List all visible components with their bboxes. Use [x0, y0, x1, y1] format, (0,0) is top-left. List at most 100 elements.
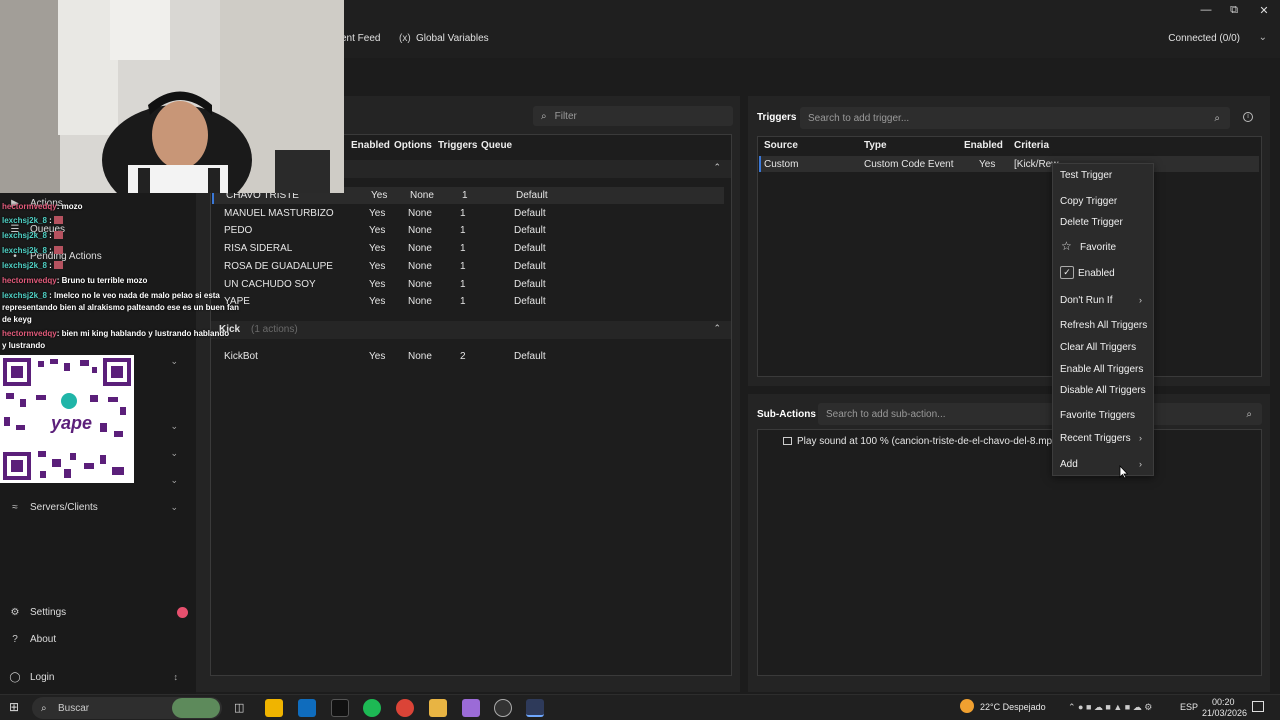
app-icon[interactable] [265, 699, 283, 717]
menu-item-favorite[interactable]: Favorite [1080, 242, 1116, 253]
weather-text[interactable]: 22°C Despejado [980, 702, 1046, 712]
action-enabled: Yes [369, 225, 386, 237]
chat-message: hectormvedqy: mozo [2, 202, 83, 211]
action-row[interactable]: YAPE Yes None 1 Default [212, 293, 724, 310]
column-header-enabled[interactable]: Enabled [351, 140, 390, 151]
checkbox-checked-icon[interactable]: ✓ [1060, 266, 1074, 279]
menu-item-recent-triggers[interactable]: Recent Triggers [1060, 433, 1131, 444]
obs-icon[interactable] [494, 699, 512, 717]
action-options: None [410, 190, 434, 201]
spotify-icon[interactable] [363, 699, 381, 717]
action-triggers: 1 [460, 278, 466, 290]
tab-global-variables[interactable]: Global Variables [416, 33, 489, 44]
trigger-search-input[interactable]: Search to add trigger... ⌕ [800, 107, 1230, 129]
webcam-overlay [0, 0, 344, 193]
search-icon[interactable]: ⌕ [1246, 409, 1252, 420]
column-header-enabled[interactable]: Enabled [964, 140, 1003, 151]
tiktok-icon[interactable] [331, 699, 349, 717]
column-header-criteria[interactable]: Criteria [1014, 140, 1049, 151]
action-row[interactable]: ROSA DE GUADALUPE Yes None 1 Default [212, 258, 724, 275]
column-header-source[interactable]: Source [764, 140, 798, 151]
sidebar-item-login[interactable]: ◯ Login ↕ [0, 666, 190, 688]
qr-code-image: yape [0, 355, 134, 483]
taskbar-search[interactable]: ⌕ Buscar [32, 697, 222, 719]
action-row[interactable]: KickBot Yes None 2 Default [212, 348, 724, 365]
info-icon[interactable]: i [1243, 112, 1253, 122]
subaction-item[interactable]: Play sound at 100 % (cancion-triste-de-e… [783, 436, 1061, 447]
action-enabled: Yes [369, 260, 386, 272]
menu-item-delete-trigger[interactable]: Delete Trigger [1060, 217, 1123, 228]
chevron-up-icon[interactable]: ⌃ [713, 162, 721, 173]
column-header-options[interactable]: Options [394, 140, 432, 151]
chat-message: de keyg [2, 315, 32, 324]
notifications-icon[interactable] [1252, 701, 1264, 712]
file-explorer-icon[interactable] [429, 699, 447, 717]
column-header-queue[interactable]: Queue [481, 140, 512, 151]
action-name: ROSA DE GUADALUPE [224, 260, 333, 272]
trigger-row[interactable]: Custom Custom Code Event Yes [Kick/Rew [759, 156, 1259, 172]
action-triggers: 1 [460, 243, 466, 255]
action-row[interactable]: RISA SIDERAL Yes None 1 Default [212, 240, 724, 257]
chevron-down-icon: ⌄ [170, 420, 178, 431]
action-enabled: Yes [369, 207, 386, 219]
sidebar-item-label: Login [30, 671, 55, 683]
clock-date[interactable]: 21/03/2026 [1202, 708, 1247, 718]
menu-item-favorite-triggers[interactable]: Favorite Triggers [1060, 410, 1135, 421]
sidebar-item-label: Settings [30, 606, 67, 618]
task-view-icon[interactable]: ◫ [234, 701, 244, 714]
sidebar-item-settings[interactable]: ⚙ Settings [0, 601, 190, 623]
chevron-down-icon: ⌄ [170, 501, 178, 512]
action-triggers: 1 [460, 260, 466, 272]
menu-item-test-trigger[interactable]: Test Trigger [1060, 170, 1112, 181]
chrome-icon[interactable] [396, 699, 414, 717]
action-row[interactable]: UN CACHUDO SOY Yes None 1 Default [212, 276, 724, 293]
menu-item-refresh-all-triggers[interactable]: Refresh All Triggers [1060, 320, 1147, 331]
chat-message: lexchsj2k_8 : [2, 261, 64, 270]
outlook-icon[interactable] [298, 699, 316, 717]
subactions-title: Sub-Actions [757, 409, 816, 420]
taskbar: ⊞ ⌕ Buscar ◫ 22°C Despejado ⌃ ● ■ ☁ ■ ▲ … [0, 694, 1280, 720]
group-count: (1 actions) [251, 324, 298, 335]
streamerbot-icon[interactable] [526, 699, 544, 717]
chat-message: hectormvedqy: Bruno tu terrible mozo [2, 276, 148, 285]
mouse-cursor-icon [1119, 465, 1128, 479]
action-row[interactable]: MANUEL MASTURBIZO Yes None 1 Default [212, 205, 724, 222]
action-triggers: 1 [460, 225, 466, 237]
copilot-icon[interactable] [462, 699, 480, 717]
minimize-button[interactable]: — [1196, 4, 1216, 20]
menu-item-add[interactable]: Add [1060, 459, 1078, 470]
search-icon: ⌕ [41, 702, 47, 714]
sidebar-item-servers-clients[interactable]: ≈ Servers/Clients ⌄ [0, 496, 190, 518]
action-enabled: Yes [369, 296, 386, 308]
connection-status[interactable]: Connected (0/0) [1168, 33, 1240, 44]
tab-event-feed[interactable]: ent Feed [341, 33, 380, 44]
windows-start-icon[interactable]: ⊞ [9, 700, 19, 714]
menu-item-enabled[interactable]: Enabled [1078, 268, 1115, 279]
action-options: None [408, 278, 432, 290]
menu-item-dont-run-if[interactable]: Don't Run If [1060, 295, 1113, 306]
restore-button[interactable]: ⧉ [1224, 4, 1244, 20]
action-row[interactable]: PEDO Yes None 1 Default [212, 222, 724, 239]
menu-item-copy-trigger[interactable]: Copy Trigger [1060, 196, 1117, 207]
language-indicator[interactable]: ESP [1180, 702, 1198, 712]
sidebar-item-about[interactable]: ? About [0, 628, 190, 650]
menu-item-clear-all-triggers[interactable]: Clear All Triggers [1060, 342, 1136, 353]
close-button[interactable]: ✕ [1254, 4, 1274, 20]
sidebar-item-label: Servers/Clients [30, 501, 98, 513]
filter-input[interactable]: ⌕ Filter [533, 106, 733, 126]
subaction-search-input[interactable]: Search to add sub-action... ⌕ [818, 403, 1262, 425]
menu-item-disable-all-triggers[interactable]: Disable All Triggers [1060, 385, 1146, 396]
search-icon[interactable]: ⌕ [1214, 113, 1220, 124]
action-queue: Default [514, 351, 546, 362]
clock-time[interactable]: 00:20 [1212, 697, 1235, 707]
chevron-down-icon[interactable]: ⌄ [1259, 32, 1267, 43]
action-options: None [408, 351, 432, 362]
chevron-up-icon[interactable]: ⌃ [713, 323, 721, 334]
group-row-kick[interactable]: Kick (1 actions) ⌃ [211, 321, 731, 339]
column-header-type[interactable]: Type [864, 140, 887, 151]
action-enabled: Yes [369, 243, 386, 255]
column-header-triggers[interactable]: Triggers [438, 140, 477, 151]
menu-item-enable-all-triggers[interactable]: Enable All Triggers [1060, 364, 1143, 375]
tray-icons[interactable]: ⌃ ● ■ ☁ ■ ▲ ■ ☁ ⚙ [1068, 702, 1152, 713]
chevron-down-icon: ⌄ [170, 447, 178, 458]
